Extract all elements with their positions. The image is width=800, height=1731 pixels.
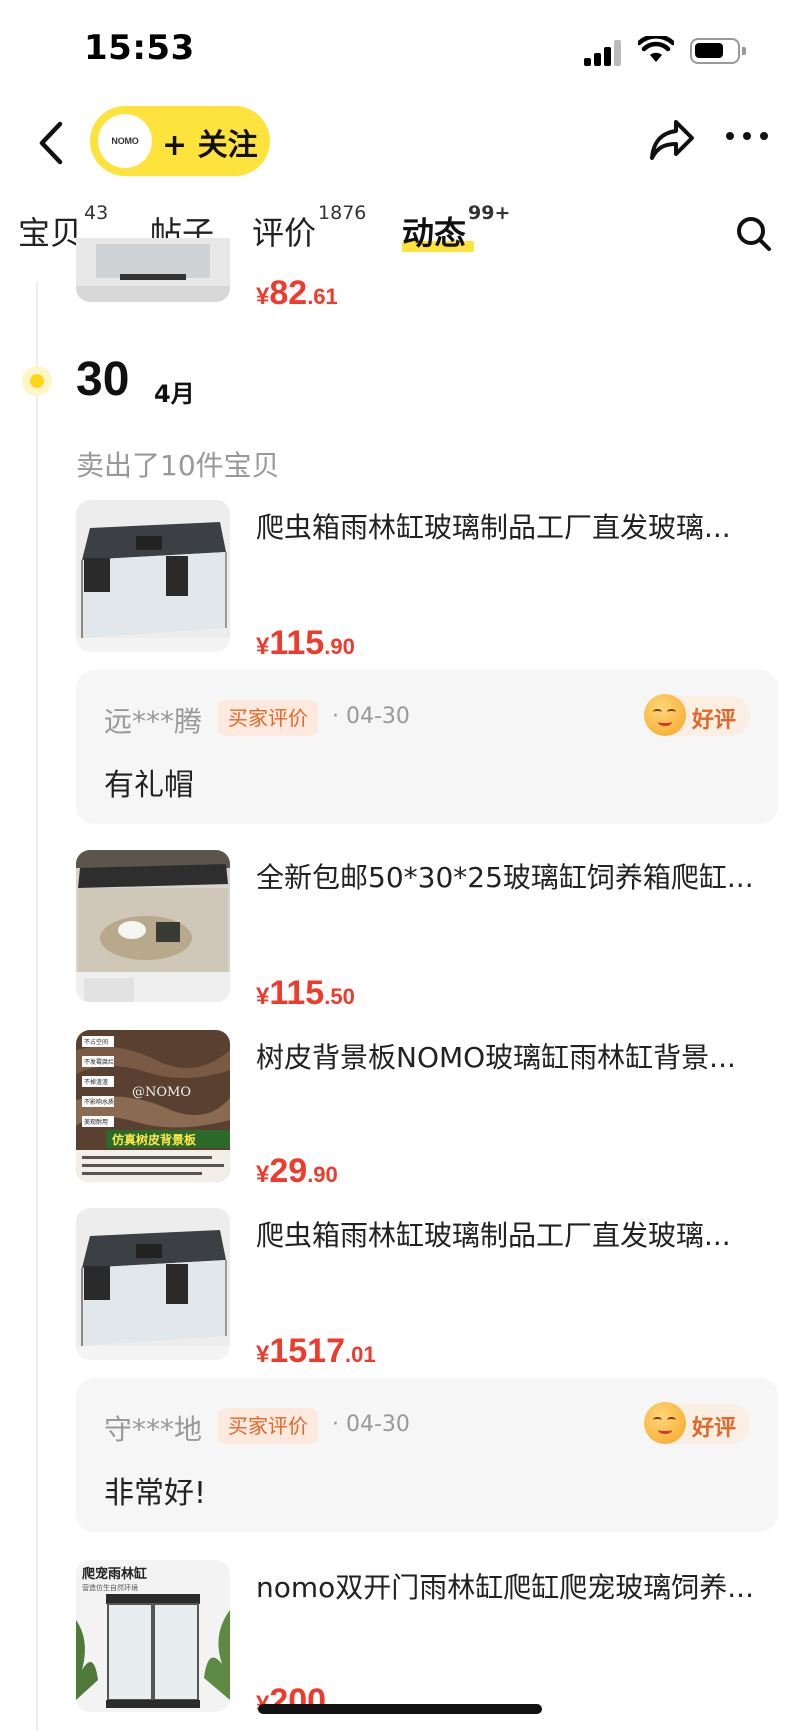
shop-logo: NOMO	[98, 114, 152, 168]
good-rating-badge: 好评	[644, 1402, 750, 1444]
smiley-face-icon	[644, 1402, 686, 1444]
product-thumbnail[interactable]	[76, 850, 230, 1002]
review-date: · 04-30	[332, 704, 410, 729]
product-price: ¥29.90	[256, 1152, 338, 1190]
sold-summary: 卖出了10件宝贝	[76, 449, 280, 482]
review-text: 有礼帽	[104, 768, 194, 803]
back-arrow-icon[interactable]	[32, 118, 72, 168]
tab-reviews[interactable]: 评价1876	[252, 202, 366, 254]
review-text: 非常好!	[104, 1476, 207, 1511]
smiley-face-icon	[644, 694, 686, 736]
buyer-review-badge: 买家评价	[218, 1408, 318, 1444]
product-title[interactable]: nomo双开门雨林缸爬缸爬宠玻璃饲养...	[256, 1566, 784, 1606]
good-rating-badge: 好评	[644, 694, 750, 736]
follow-label: + 关注	[162, 128, 258, 163]
bark-tag-0: 不占空间	[84, 1038, 108, 1046]
product-title[interactable]: 爬虫箱雨林缸玻璃制品工厂直发玻璃...	[256, 506, 784, 546]
product-price: ¥82.61	[256, 274, 338, 312]
search-icon[interactable]	[734, 214, 774, 254]
follow-button[interactable]: NOMO + 关注	[90, 106, 270, 176]
timeline-dot	[22, 366, 52, 396]
status-time: 15:53	[84, 28, 195, 68]
timeline-line	[36, 282, 38, 1731]
status-bar: 15:53	[0, 0, 800, 100]
product-title[interactable]: 爬虫箱雨林缸玻璃制品工厂直发玻璃...	[256, 1214, 784, 1254]
product-thumbnail[interactable]: 爬宠雨林缸 营造仿生自然环境	[76, 1560, 230, 1712]
product-thumbnail[interactable]	[76, 1208, 230, 1360]
product-price: ¥200	[256, 1682, 327, 1720]
battery-icon	[690, 38, 746, 64]
bark-tag-1: 不发霉腐烂	[84, 1058, 114, 1066]
product-thumbnail[interactable]: 不占空间 不发霉腐烂 不掉渣渣 不影响水质 美观耐用 @NOMO 仿真树皮背景板	[76, 1030, 230, 1182]
product-price: ¥115.50	[256, 974, 355, 1012]
bark-brand: @NOMO	[132, 1085, 191, 1100]
date-day: 30	[76, 353, 130, 406]
product-price: ¥1517.01	[256, 1332, 376, 1370]
tab-activity[interactable]: 动态99+	[402, 202, 510, 254]
review-card[interactable]: 远***腾 买家评价 · 04-30 好评 有礼帽	[76, 670, 778, 824]
bark-label: 仿真树皮背景板	[112, 1132, 197, 1147]
product-price: ¥115.90	[256, 624, 355, 662]
product-thumbnail[interactable]	[76, 238, 230, 302]
share-icon[interactable]	[648, 118, 696, 162]
cellular-signal-icon	[584, 40, 624, 66]
review-date: · 04-30	[332, 1412, 410, 1437]
bark-tag-3: 不影响水质	[84, 1098, 114, 1106]
reviewer-name: 远***腾	[104, 705, 203, 738]
home-indicator[interactable]	[258, 1704, 542, 1714]
double-door-title: 爬宠雨林缸	[81, 1566, 147, 1582]
date-month: 4月	[154, 380, 195, 408]
review-card[interactable]: 守***地 买家评价 · 04-30 好评 非常好!	[76, 1378, 778, 1532]
bark-tag-2: 不掉渣渣	[84, 1078, 108, 1086]
wifi-icon	[638, 36, 674, 62]
product-title[interactable]: 树皮背景板NOMO玻璃缸雨林缸背景...	[256, 1036, 784, 1076]
buyer-review-badge: 买家评价	[218, 700, 318, 736]
bark-tag-4: 美观耐用	[84, 1118, 108, 1126]
product-thumbnail[interactable]	[76, 500, 230, 652]
reviewer-name: 守***地	[104, 1413, 203, 1446]
product-title[interactable]: 全新包邮50*30*25玻璃缸饲养箱爬缸...	[256, 856, 784, 896]
more-options-icon[interactable]	[726, 132, 768, 140]
double-door-subtitle: 营造仿生自然环境	[82, 1583, 138, 1592]
